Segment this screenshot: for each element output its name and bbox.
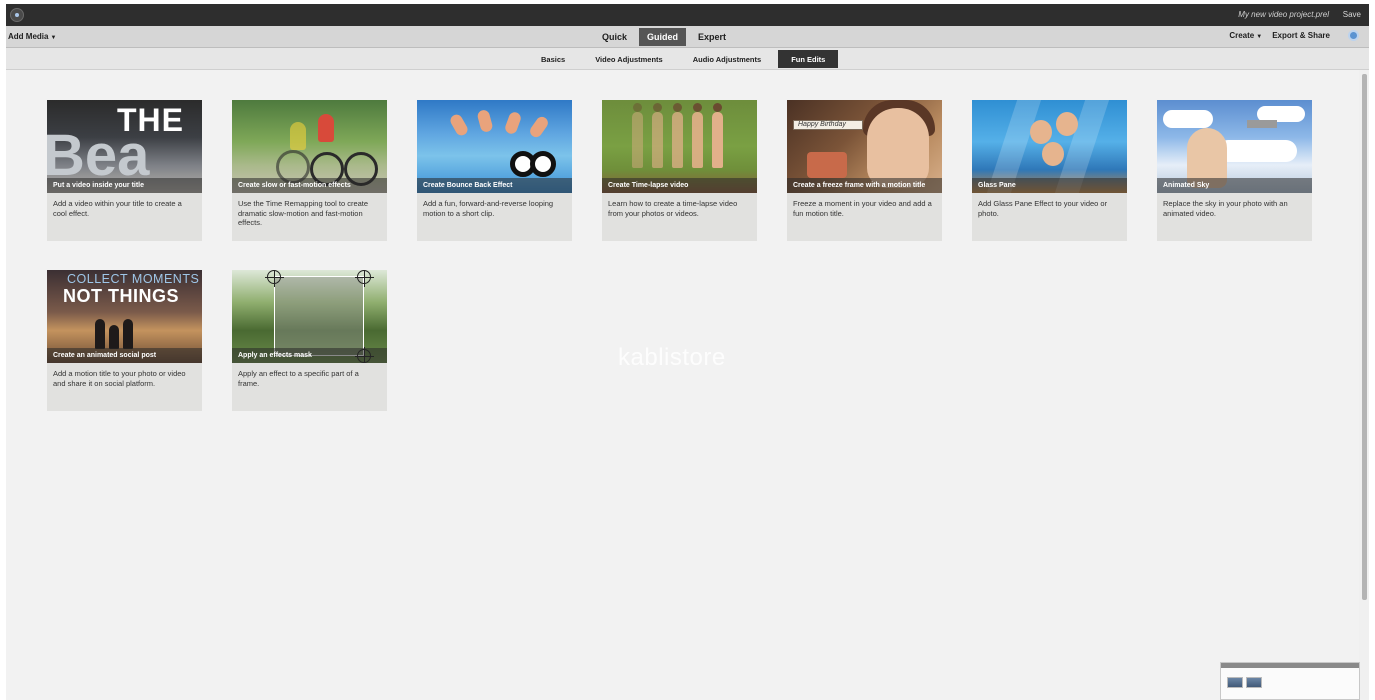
card-thumbnail: Create Time-lapse video xyxy=(602,100,757,193)
card-title: Create Bounce Back Effect xyxy=(417,178,572,193)
create-label: Create xyxy=(1229,31,1255,40)
caret-down-icon: ▼ xyxy=(1256,34,1263,40)
tab-video-adjustments[interactable]: Video Adjustments xyxy=(582,50,676,68)
header-actions: Create ▼ Export & Share xyxy=(1229,30,1359,41)
add-media-label: Add Media xyxy=(8,32,49,41)
card-freeze-frame[interactable]: Happy Birthday Create a freeze frame wit… xyxy=(787,100,942,241)
mask-region xyxy=(274,276,364,356)
card-thumbnail: COLLECT MOMENTS NOT THINGS Create an ani… xyxy=(47,270,202,363)
card-glass-pane[interactable]: Glass Pane Add Glass Pane Effect to your… xyxy=(972,100,1127,241)
thumbnail-text: Bea xyxy=(47,123,150,188)
tab-basics[interactable]: Basics xyxy=(528,50,578,68)
category-tabs: Basics Video Adjustments Audio Adjustmen… xyxy=(528,50,839,68)
card-title: Glass Pane xyxy=(972,178,1127,193)
card-description: Replace the sky in your photo with an an… xyxy=(1163,199,1288,218)
add-media-button[interactable]: Add Media ▼ xyxy=(8,32,56,41)
card-thumbnail: Glass Pane xyxy=(972,100,1127,193)
app-logo-icon[interactable] xyxy=(10,8,24,22)
create-button[interactable]: Create ▼ xyxy=(1229,31,1262,40)
card-animated-sky[interactable]: Animated Sky Replace the sky in your pho… xyxy=(1157,100,1312,241)
guided-edits-grid: THE Bea Put a video inside your title Ad… xyxy=(6,70,1359,700)
caret-down-icon: ▼ xyxy=(50,35,57,41)
tab-audio-adjustments[interactable]: Audio Adjustments xyxy=(680,50,774,68)
card-time-lapse[interactable]: Create Time-lapse video Learn how to cre… xyxy=(602,100,757,241)
card-bounce-back[interactable]: Create Bounce Back Effect Add a fun, for… xyxy=(417,100,572,241)
card-title: Create a freeze frame with a motion titl… xyxy=(787,178,942,193)
crosshair-icon xyxy=(355,270,374,287)
mode-bar: Add Media ▼ Quick Guided Expert Create ▼ E… xyxy=(6,26,1369,48)
card-video-inside-title[interactable]: THE Bea Put a video inside your title Ad… xyxy=(47,100,202,241)
card-thumbnail: Create Bounce Back Effect xyxy=(417,100,572,193)
card-thumbnail: THE Bea Put a video inside your title xyxy=(47,100,202,193)
card-thumbnail: Create slow or fast-motion effects xyxy=(232,100,387,193)
mini-thumbnail[interactable] xyxy=(1227,677,1243,688)
tab-guided[interactable]: Guided xyxy=(639,28,687,46)
crosshair-icon xyxy=(265,270,284,287)
app-window: My new video project.prel Save Add Media… xyxy=(6,4,1369,700)
vertical-scrollbar[interactable] xyxy=(1362,74,1367,600)
card-thumbnail: Happy Birthday Create a freeze frame wit… xyxy=(787,100,942,193)
card-title: Apply an effects mask xyxy=(232,348,387,363)
mode-tabs: Quick Guided Expert xyxy=(594,28,734,46)
tab-fun-edits[interactable]: Fun Edits xyxy=(778,50,839,68)
card-animated-social-post[interactable]: COLLECT MOMENTS NOT THINGS Create an ani… xyxy=(47,270,202,411)
thumbnail-text: NOT THINGS xyxy=(63,286,179,306)
thumbnail-text: Happy Birthday xyxy=(793,120,863,130)
watermark: kablistore xyxy=(618,344,726,371)
card-description: Add Glass Pane Effect to your video or p… xyxy=(978,199,1108,218)
card-description: Add a video within your title to create … xyxy=(53,199,182,218)
guided-category-bar: Basics Video Adjustments Audio Adjustmen… xyxy=(6,48,1369,70)
card-description: Add a fun, forward-and-reverse looping m… xyxy=(423,199,554,218)
mini-preview-panel[interactable] xyxy=(1220,662,1360,700)
tab-expert[interactable]: Expert xyxy=(690,28,734,46)
card-title: Put a video inside your title xyxy=(47,178,202,193)
airplane-icon xyxy=(1247,120,1277,128)
card-description: Apply an effect to a specific part of a … xyxy=(238,369,359,388)
mini-panel-header xyxy=(1221,663,1359,668)
help-icon[interactable] xyxy=(1348,30,1359,41)
export-share-button[interactable]: Export & Share xyxy=(1272,31,1330,40)
card-title: Animated Sky xyxy=(1157,178,1312,193)
thumbnail-text: COLLECT MOMENTS xyxy=(67,272,200,286)
save-button[interactable]: Save xyxy=(1343,10,1361,19)
card-title: Create slow or fast-motion effects xyxy=(232,178,387,193)
card-title: Create Time-lapse video xyxy=(602,178,757,193)
project-name: My new video project.prel xyxy=(1238,10,1329,19)
card-description: Freeze a moment in your video and add a … xyxy=(793,199,932,218)
card-thumbnail: Apply an effects mask xyxy=(232,270,387,363)
card-title: Create an animated social post xyxy=(47,348,202,363)
mini-thumbnail[interactable] xyxy=(1246,677,1262,688)
card-slow-fast-motion[interactable]: Create slow or fast-motion effects Use t… xyxy=(232,100,387,241)
card-effects-mask[interactable]: Apply an effects mask Apply an effect to… xyxy=(232,270,387,411)
infinity-loop-icon xyxy=(510,151,556,177)
card-description: Add a motion title to your photo or vide… xyxy=(53,369,186,388)
card-description: Use the Time Remapping tool to create dr… xyxy=(238,199,369,227)
tab-quick[interactable]: Quick xyxy=(594,28,635,46)
card-thumbnail: Animated Sky xyxy=(1157,100,1312,193)
card-description: Learn how to create a time-lapse video f… xyxy=(608,199,738,218)
title-bar: My new video project.prel Save xyxy=(6,4,1369,26)
